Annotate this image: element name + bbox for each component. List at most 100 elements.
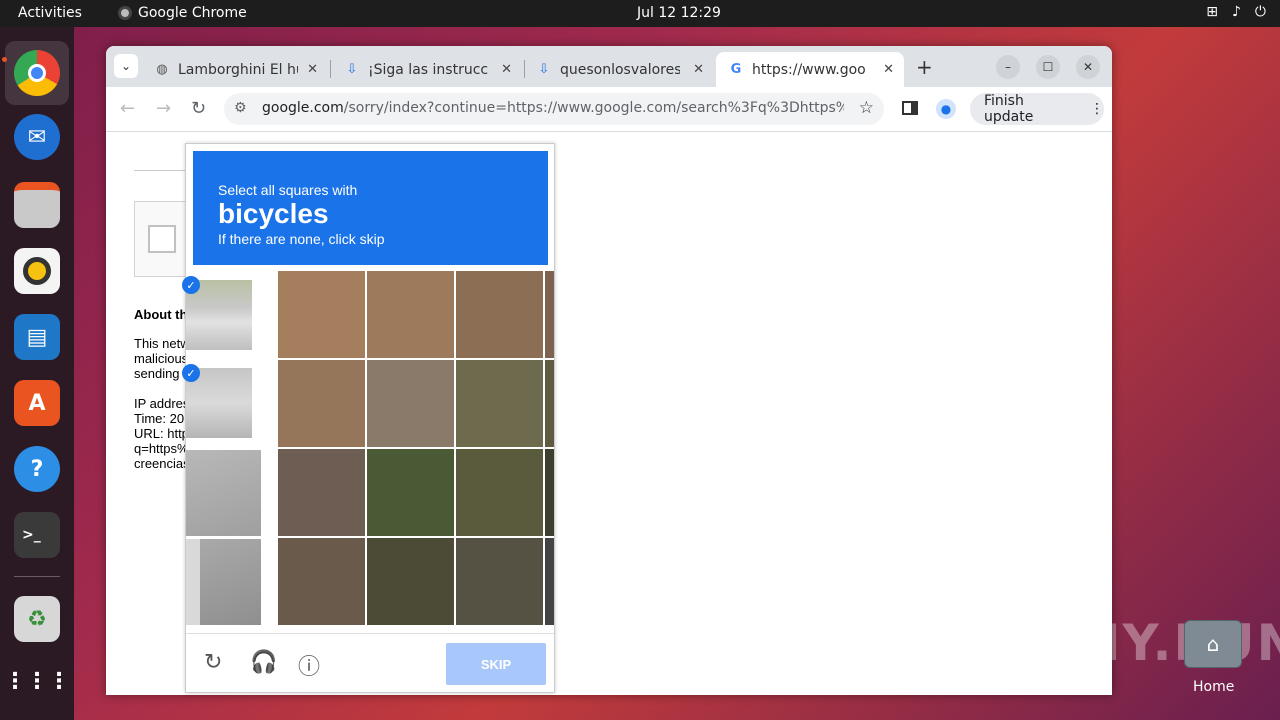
para-line: creencias bbox=[134, 456, 190, 471]
dock-writer[interactable]: ▤ bbox=[5, 305, 69, 369]
writer-icon: ▤ bbox=[14, 314, 60, 360]
captcha-tile[interactable] bbox=[278, 360, 365, 447]
tab-1[interactable]: ◍ Lamborghini El hu ✕ bbox=[142, 52, 328, 87]
dock-rhythmbox[interactable] bbox=[5, 239, 69, 303]
skip-button[interactable]: SKIP bbox=[446, 643, 546, 685]
checkmark-icon: ✓ bbox=[182, 364, 200, 382]
reload-icon[interactable]: ↻ bbox=[191, 98, 206, 119]
close-icon[interactable]: ✕ bbox=[693, 62, 704, 77]
url-text[interactable]: google.com/sorry/index?continue=https://… bbox=[262, 100, 844, 116]
captcha-tile[interactable] bbox=[367, 538, 454, 625]
dock-separator bbox=[14, 576, 60, 577]
terminal-icon: >_ bbox=[14, 512, 60, 558]
chrome-icon bbox=[118, 6, 132, 20]
tab-strip: ⌄ ◍ Lamborghini El hu ✕ ⇩ ¡Siga las inst… bbox=[106, 46, 1112, 87]
home-folder-label[interactable]: Home bbox=[1193, 679, 1234, 695]
tab-4-active[interactable]: G https://www.goo ✕ bbox=[716, 52, 904, 87]
side-panel-icon[interactable] bbox=[902, 101, 918, 115]
dock-chrome[interactable] bbox=[5, 41, 69, 105]
power-icon: ⏻ bbox=[1254, 4, 1266, 20]
tab-search-button[interactable]: ⌄ bbox=[114, 54, 138, 78]
thunderbird-icon: ✉ bbox=[14, 114, 60, 160]
url-host: google.com bbox=[262, 100, 344, 116]
captcha-tile[interactable] bbox=[367, 360, 454, 447]
captcha-hint: If there are none, click skip bbox=[218, 231, 385, 247]
url-path: /sorry/index?continue=https://www.google… bbox=[343, 100, 844, 116]
para-line: sending t bbox=[134, 366, 187, 381]
minimize-button[interactable]: – bbox=[996, 55, 1020, 79]
captcha-tile[interactable] bbox=[367, 271, 454, 358]
captcha-footer: ↻ 🎧 ⓘ SKIP bbox=[186, 633, 554, 693]
finish-update-label: Finish update bbox=[984, 93, 1034, 125]
app-menu[interactable]: Google Chrome bbox=[118, 5, 247, 21]
captcha-tile[interactable] bbox=[456, 449, 543, 536]
site-info-icon[interactable]: ⚙ bbox=[234, 100, 247, 116]
activities-button[interactable]: Activities bbox=[18, 5, 82, 21]
captcha-tile[interactable] bbox=[545, 538, 554, 625]
reload-challenge-icon[interactable]: ↻ bbox=[204, 649, 222, 675]
clock[interactable]: Jul 12 12:29 bbox=[637, 5, 721, 21]
finish-update-button[interactable]: Finish update ⋮ bbox=[970, 93, 1104, 125]
captcha-tile[interactable] bbox=[545, 449, 554, 536]
tab-3[interactable]: ⇩ quesonlosvalores ✕ bbox=[524, 52, 714, 87]
system-tray[interactable]: ⊞ ♪ ⏻ bbox=[1206, 4, 1266, 20]
tab-title: ¡Siga las instruccio bbox=[368, 61, 488, 78]
app-grid-icon: ⋮⋮⋮ bbox=[4, 668, 70, 694]
profile-icon[interactable]: ● bbox=[936, 99, 956, 119]
captcha-challenge: Select all squares with bicycles If ther… bbox=[182, 143, 555, 693]
captcha-tile[interactable] bbox=[545, 271, 554, 358]
new-tab-button[interactable]: + bbox=[916, 55, 933, 79]
para-line: malicious bbox=[134, 351, 189, 366]
network-icon: ⊞ bbox=[1206, 4, 1218, 20]
captcha-tile[interactable] bbox=[186, 539, 261, 625]
download-icon: ⇩ bbox=[346, 62, 358, 77]
rhythmbox-icon bbox=[14, 248, 60, 294]
address-bar[interactable]: ⚙ google.com/sorry/index?continue=https:… bbox=[224, 93, 884, 125]
google-icon: G bbox=[730, 62, 742, 77]
captcha-tile[interactable] bbox=[278, 538, 365, 625]
about-heading: About th bbox=[134, 307, 188, 322]
maximize-button[interactable]: ☐ bbox=[1036, 55, 1060, 79]
dock-show-apps[interactable]: ⋮⋮⋮ bbox=[4, 649, 70, 713]
captcha-tile[interactable] bbox=[186, 450, 261, 536]
globe-icon: ◍ bbox=[156, 62, 168, 77]
forward-icon[interactable]: → bbox=[156, 98, 171, 119]
running-indicator bbox=[2, 57, 7, 62]
home-folder-icon[interactable]: ⌂ bbox=[1184, 620, 1242, 668]
para-line: URL: http bbox=[134, 426, 189, 441]
close-icon[interactable]: ✕ bbox=[883, 62, 894, 77]
app-name: Google Chrome bbox=[138, 5, 247, 21]
tab-title: Lamborghini El hu bbox=[178, 61, 298, 78]
captcha-tile[interactable] bbox=[456, 538, 543, 625]
chrome-icon bbox=[14, 50, 60, 96]
close-window-button[interactable]: ✕ bbox=[1076, 55, 1100, 79]
files-icon bbox=[14, 182, 60, 228]
captcha-tile[interactable] bbox=[545, 360, 554, 447]
dock-thunderbird[interactable]: ✉ bbox=[5, 105, 69, 169]
captcha-tile[interactable] bbox=[278, 449, 365, 536]
captcha-grid bbox=[278, 271, 554, 627]
captcha-instruction: Select all squares with bbox=[218, 182, 358, 198]
info-icon[interactable]: ⓘ bbox=[298, 649, 320, 681]
recaptcha-checkbox[interactable] bbox=[148, 225, 176, 253]
captcha-tile[interactable] bbox=[367, 449, 454, 536]
captcha-tile[interactable] bbox=[278, 271, 365, 358]
more-menu-icon: ⋮ bbox=[1090, 101, 1104, 117]
tab-2[interactable]: ⇩ ¡Siga las instruccio ✕ bbox=[332, 52, 522, 87]
audio-challenge-icon[interactable]: 🎧 bbox=[250, 649, 277, 675]
para-line: IP addres bbox=[134, 396, 190, 411]
close-icon[interactable]: ✕ bbox=[501, 62, 512, 77]
captcha-header: Select all squares with bicycles If ther… bbox=[193, 151, 548, 265]
tab-title: https://www.goo bbox=[752, 61, 866, 78]
dock-software[interactable]: A bbox=[5, 371, 69, 435]
dock-terminal[interactable]: >_ bbox=[5, 503, 69, 567]
captcha-tile[interactable] bbox=[456, 271, 543, 358]
dock-files[interactable] bbox=[5, 173, 69, 237]
dock-help[interactable]: ? bbox=[5, 437, 69, 501]
help-icon: ? bbox=[14, 446, 60, 492]
close-icon[interactable]: ✕ bbox=[307, 62, 318, 77]
bookmark-star-icon[interactable]: ☆ bbox=[859, 98, 874, 118]
captcha-tile[interactable] bbox=[456, 360, 543, 447]
dock-trash[interactable]: ♻ bbox=[5, 587, 69, 651]
back-icon[interactable]: ← bbox=[120, 98, 135, 119]
